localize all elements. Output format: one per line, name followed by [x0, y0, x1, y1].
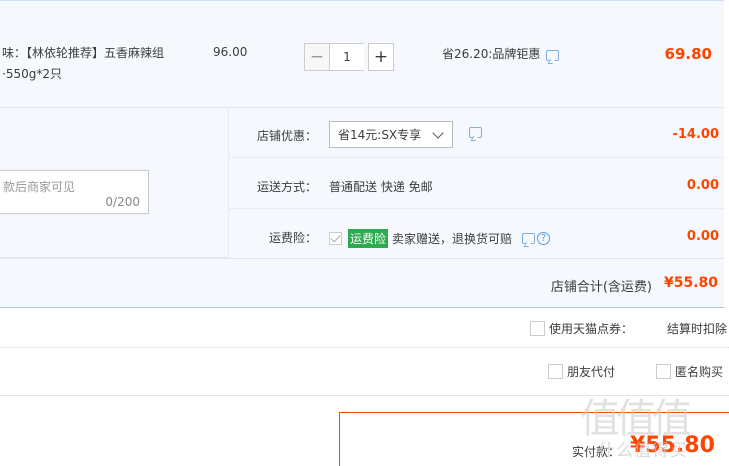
shipping-insurance-checkbox[interactable]: [329, 232, 342, 245]
help-icon[interactable]: ?: [537, 232, 551, 245]
shop-coupon-row: 店铺优惠： 省14元:SX专享 -14.00: [229, 108, 725, 158]
shop-coupon-amount: -14.00: [672, 127, 719, 142]
shipping-insurance-body: 运费险 卖家赠送，退换货可赔 ?: [329, 229, 551, 248]
quantity-increment-button[interactable]: +: [368, 43, 394, 71]
shipping-insurance-row: 运费险： 运费险 卖家赠送，退换货可赔 ? 0.00: [229, 210, 725, 260]
buyer-message-count: 0/200: [105, 195, 140, 209]
tmall-points-label: 使用天猫点券：: [549, 322, 634, 336]
item-unit-price: 96.00: [213, 45, 248, 59]
friend-pay-label: 朋友代付: [567, 365, 616, 379]
friend-pay-checkbox[interactable]: [548, 364, 563, 379]
shipping-insurance-amount: 0.00: [686, 229, 719, 244]
quantity-decrement-button[interactable]: −: [304, 43, 330, 71]
item-title[interactable]: 味：【林依轮推荐】五香麻辣组 ·550g*2只: [2, 43, 190, 85]
item-discount-text: 省26.20:品牌钜惠: [442, 47, 541, 61]
chevron-down-icon: [432, 127, 444, 139]
shop-coupon-label: 店铺优惠：: [256, 129, 317, 143]
watermark-site: 什么值得买: [598, 441, 688, 461]
quantity-stepper: − 1 +: [304, 43, 394, 71]
anonymous-purchase-label: 匿名购买: [675, 365, 724, 379]
shop-total-value: ¥55.80: [663, 275, 718, 291]
shipping-insurance-label: 运费险：: [268, 231, 317, 245]
item-discount: 省26.20:品牌钜惠: [442, 45, 560, 62]
order-item-row: 味：【林依轮推荐】五香麻辣组 ·550g*2只 96.00 − 1 + 省26.…: [0, 0, 724, 108]
shop-total-label: 店铺合计(含运费): [550, 280, 652, 295]
shipping-method: 普通配送 快递 免邮: [329, 180, 433, 194]
quantity-input[interactable]: 1: [330, 43, 364, 71]
chat-icon[interactable]: [546, 50, 560, 61]
anonymous-purchase-checkbox[interactable]: [656, 364, 671, 379]
buyer-message-field[interactable]: 款后商家可见 0/200: [0, 170, 149, 214]
chat-icon[interactable]: [522, 233, 536, 244]
shipping-insurance-badge: 运费险: [348, 229, 389, 248]
anonymous-purchase-option[interactable]: 匿名购买: [656, 363, 723, 380]
buyer-message-placeholder: 款后商家可见: [3, 180, 76, 194]
shop-options: 店铺优惠： 省14元:SX专享 -14.00 运送方式： 普通配送 快递 免邮 …: [228, 108, 725, 260]
chat-icon[interactable]: [469, 127, 482, 138]
shop-coupon-select[interactable]: 省14元:SX专享: [329, 121, 453, 148]
shop-total-row: 店铺合计(含运费) ¥55.80: [0, 258, 724, 308]
shipping-insurance-text: 卖家赠送，退换货可赔: [392, 232, 513, 246]
tmall-points-option[interactable]: 使用天猫点券： 结算时扣除: [530, 320, 727, 337]
shipping-amount: 0.00: [686, 178, 719, 193]
tmall-points-row: 使用天猫点券： 结算时扣除: [0, 308, 729, 348]
friend-pay-option[interactable]: 朋友代付: [548, 363, 615, 380]
item-total-price: 69.80: [664, 45, 712, 63]
shipping-row: 运送方式： 普通配送 快递 免邮 0.00: [229, 159, 725, 209]
shop-coupon-selected: 省14元:SX专享: [338, 128, 422, 142]
shipping-label: 运送方式：: [256, 180, 317, 194]
tmall-points-hint: 结算时扣除: [667, 322, 728, 336]
tmall-points-checkbox[interactable]: [530, 321, 545, 336]
